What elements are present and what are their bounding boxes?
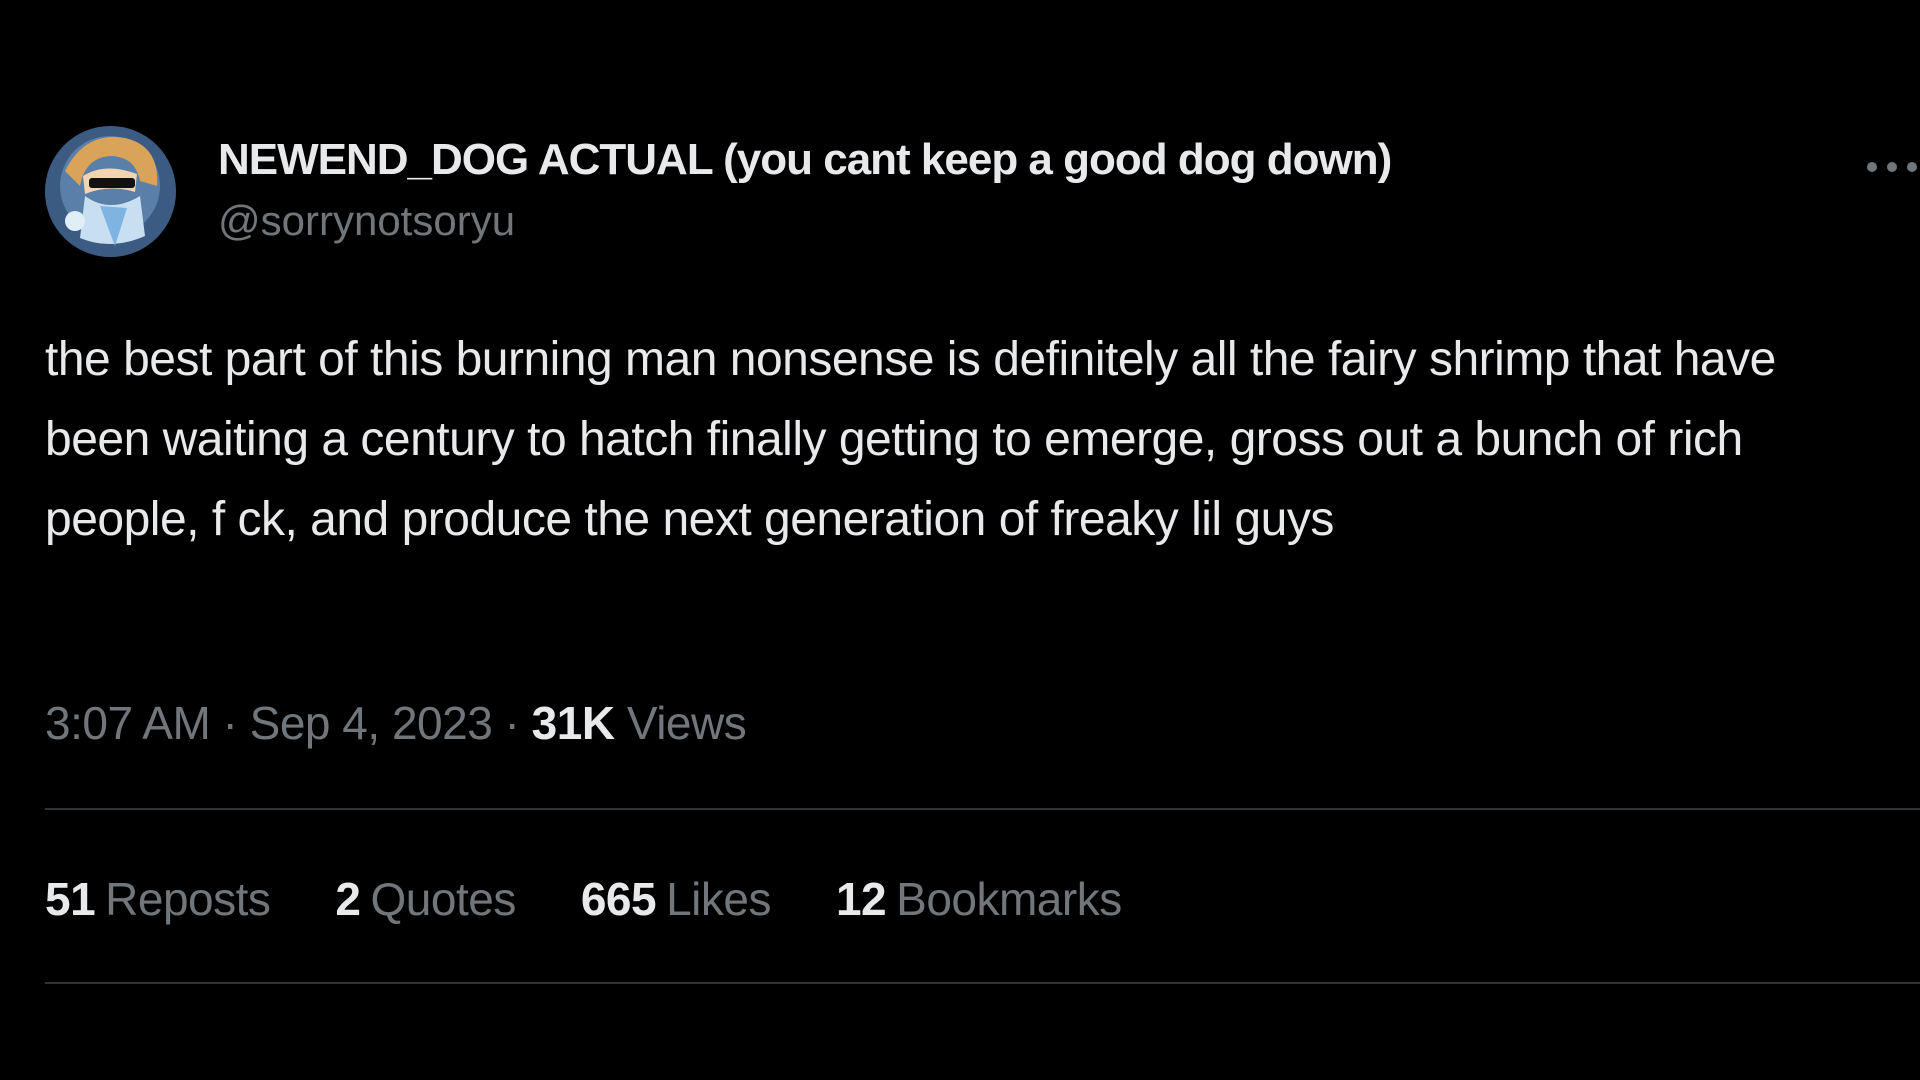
stat-label: Likes <box>666 873 771 925</box>
meta-separator: · <box>492 697 532 749</box>
tweet-meta: 3:07 AM · Sep 4, 2023 · 31K Views <box>45 695 747 751</box>
stat-count: 12 <box>835 873 887 925</box>
stat-count: 2 <box>335 873 361 925</box>
tweet-text: the best part of this burning man nonsen… <box>45 333 1776 546</box>
tweet-time[interactable]: 3:07 AM <box>45 697 211 749</box>
stat-reposts[interactable]: 51 Reposts <box>45 871 271 927</box>
avatar-illustration-icon <box>45 126 176 257</box>
meta-separator: · <box>210 697 250 749</box>
engagement-stats: 51 Reposts 2 Quotes 665 Likes 12 Bookmarks <box>45 871 1187 927</box>
stat-count: 51 <box>45 873 96 925</box>
stat-bookmarks[interactable]: 12 Bookmarks <box>836 871 1122 927</box>
tweet-date[interactable]: Sep 4, 2023 <box>250 697 493 749</box>
stat-label: Quotes <box>370 873 517 925</box>
stat-label: Reposts <box>105 873 271 925</box>
stat-count: 665 <box>580 873 657 925</box>
stat-quotes[interactable]: 2 Quotes <box>335 871 517 927</box>
divider <box>45 808 1920 810</box>
tweet-detail: NEWEND_DOG ACTUAL (you cant keep a good … <box>45 0 1920 1080</box>
divider <box>45 982 1920 984</box>
stat-label: Bookmarks <box>896 873 1122 925</box>
display-name[interactable]: NEWEND_DOG ACTUAL (you cant keep a good … <box>218 134 1392 186</box>
avatar[interactable] <box>45 126 176 257</box>
tweet-header: NEWEND_DOG ACTUAL (you cant keep a good … <box>45 126 1920 261</box>
views-count: 31K <box>531 697 615 749</box>
author-names: NEWEND_DOG ACTUAL (you cant keep a good … <box>218 134 1392 248</box>
stat-likes[interactable]: 665 Likes <box>580 871 772 927</box>
more-horizontal-icon[interactable] <box>1864 152 1920 182</box>
handle[interactable]: @sorrynotsoryu <box>218 194 1391 248</box>
views-label: Views <box>626 697 747 749</box>
